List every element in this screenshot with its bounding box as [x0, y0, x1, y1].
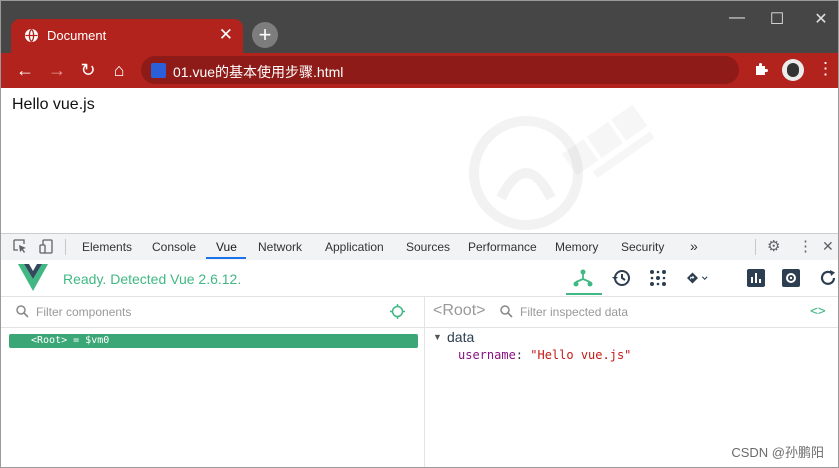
property-key: username — [458, 348, 516, 362]
data-property-row: username: "Hello vue.js" — [458, 348, 631, 362]
vuex-icon[interactable] — [647, 269, 669, 287]
vue-devtools-header: Ready. Detected Vue 2.6.12. — [1, 260, 838, 297]
tab-network[interactable]: Network — [258, 240, 302, 254]
browser-toolbar: ← → ↻ ⌂ 01.vue的基本使用步骤.html ⋮ — [1, 53, 838, 88]
history-icon[interactable] — [610, 268, 632, 288]
device-toolbar-icon[interactable] — [39, 239, 54, 254]
tab-elements[interactable]: Elements — [82, 240, 132, 254]
devtools-tabbar: Elements Console Vue Network Application… — [1, 233, 838, 261]
browser-tab[interactable]: Document ✕ — [11, 19, 243, 53]
page-content: Hello vue.js — [1, 88, 838, 233]
file-favicon-icon — [151, 63, 166, 78]
vue-status-text: Ready. Detected Vue 2.6.12. — [63, 271, 242, 287]
globe-icon — [24, 28, 39, 43]
page-text: Hello vue.js — [12, 96, 95, 113]
divider — [65, 239, 66, 255]
inspector-panel: <Root> Filter inspected data <> ▼ data u… — [425, 297, 838, 467]
vue-logo-icon — [18, 264, 48, 291]
url-text: 01.vue的基本使用步骤.html — [173, 64, 344, 80]
property-colon: : — [515, 348, 531, 362]
address-bar[interactable]: 01.vue的基本使用步骤.html — [141, 56, 739, 84]
settings-gear-icon[interactable]: ⚙ — [767, 237, 780, 255]
csdn-watermark-text: CSDN @孙鹏阳 — [731, 445, 824, 460]
routing-dropdown-icon[interactable] — [687, 269, 709, 287]
tab-security[interactable]: Security — [621, 240, 664, 254]
tab-sources[interactable]: Sources — [406, 240, 450, 254]
selected-component-name: <Root> — [433, 302, 486, 319]
active-tool-indicator — [566, 293, 602, 295]
search-icon — [500, 305, 513, 318]
data-section-label[interactable]: data — [447, 329, 474, 345]
browser-window: Document ✕ + — ☐ ✕ ← → ↻ ⌂ 01.vue的基本使用步骤… — [0, 0, 839, 468]
more-tabs-icon[interactable]: » — [690, 238, 698, 254]
property-value[interactable]: "Hello vue.js" — [530, 348, 631, 362]
home-icon[interactable]: ⌂ — [108, 60, 130, 80]
filter-inspected-data-input[interactable]: Filter inspected data — [520, 305, 628, 319]
reload-icon[interactable]: ↻ — [77, 60, 99, 80]
components-panel: Filter components <Root> = $vm0 — [1, 297, 425, 467]
minimize-icon[interactable]: — — [727, 9, 747, 27]
code-toggle-icon[interactable]: <> — [810, 304, 826, 319]
refresh-icon[interactable] — [817, 269, 839, 287]
back-icon[interactable]: ← — [14, 60, 36, 80]
puzzle-icon[interactable] — [753, 61, 769, 77]
root-component-label: <Root> = $vm0 — [31, 335, 110, 346]
search-icon — [16, 305, 29, 318]
watermark-logo-icon — [469, 104, 655, 230]
tab-close-icon[interactable]: ✕ — [219, 26, 233, 43]
tab-vue[interactable]: Vue — [216, 240, 237, 254]
forward-icon[interactable]: → — [46, 60, 68, 80]
tab-application[interactable]: Application — [325, 240, 384, 254]
title-bar: Document ✕ + — ☐ ✕ — [1, 1, 838, 53]
vue-settings-icon[interactable] — [780, 269, 802, 287]
tab-console[interactable]: Console — [152, 240, 196, 254]
tab-performance[interactable]: Performance — [468, 240, 537, 254]
inspect-element-icon[interactable] — [13, 239, 28, 254]
components-filter-row: Filter components — [1, 297, 424, 328]
tab-memory[interactable]: Memory — [555, 240, 598, 254]
close-window-icon[interactable]: ✕ — [811, 9, 831, 29]
filter-components-input[interactable]: Filter components — [36, 305, 131, 319]
collapse-caret-icon[interactable]: ▼ — [433, 332, 442, 342]
performance-chart-icon[interactable] — [745, 269, 767, 287]
component-tree-row[interactable]: <Root> = $vm0 — [9, 334, 418, 348]
active-tab-indicator — [206, 257, 246, 259]
new-tab-button[interactable]: + — [252, 22, 278, 48]
divider — [755, 239, 756, 255]
tab-title: Document — [47, 28, 107, 43]
browser-menu-icon[interactable]: ⋮ — [817, 59, 834, 79]
select-component-target-icon[interactable] — [390, 304, 405, 319]
devtools-menu-icon[interactable]: ⋮ — [798, 237, 813, 255]
inspector-filter-row: <Root> Filter inspected data <> — [425, 297, 838, 328]
avatar[interactable] — [782, 59, 804, 81]
maximize-icon[interactable]: ☐ — [767, 9, 787, 29]
components-tree-icon[interactable] — [572, 268, 594, 288]
devtools-close-icon[interactable]: ✕ — [822, 238, 834, 255]
